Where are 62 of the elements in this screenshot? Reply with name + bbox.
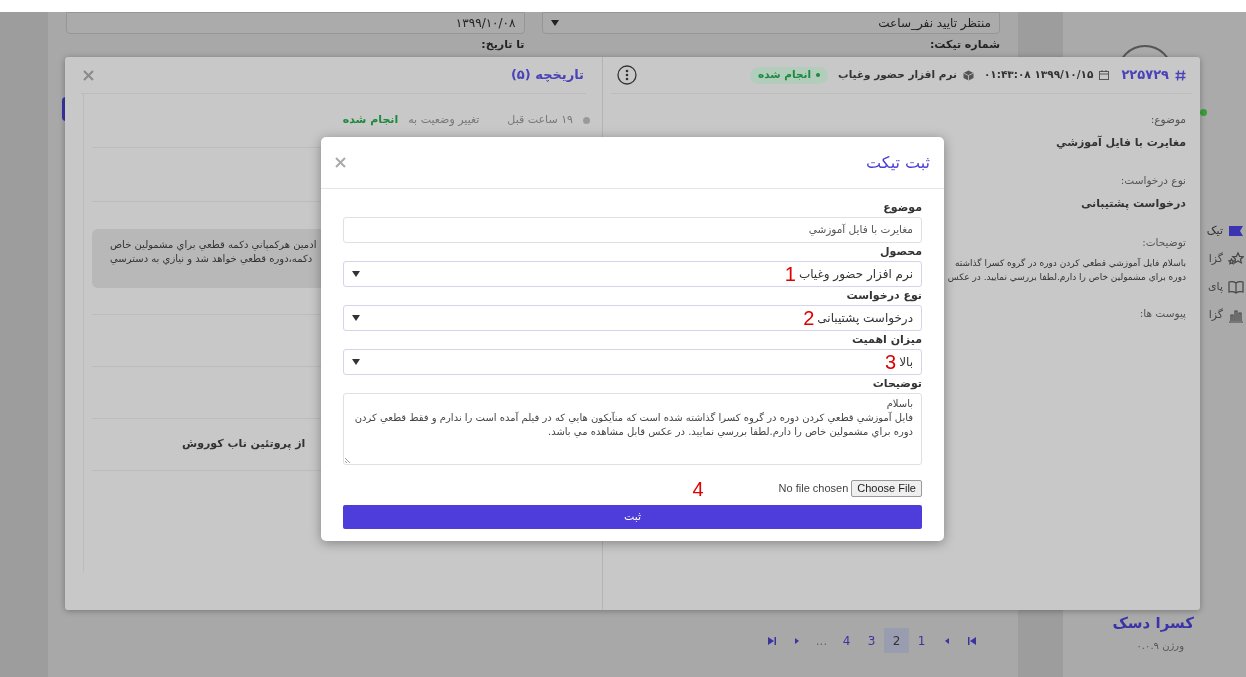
ticket-icon (1228, 223, 1244, 239)
page-button[interactable]: 4 (834, 628, 859, 653)
comment-author: از پروتئين ناب كوروش (182, 436, 306, 453)
annotation-number: 2 (803, 308, 815, 328)
caret-down-icon (550, 20, 559, 26)
detail-label: پیوست ها: (1139, 306, 1186, 322)
page-button[interactable]: 3 (859, 628, 884, 653)
close-icon[interactable] (83, 69, 94, 81)
comment-text: ادمین هرکمپاني دكمه قطعي براي مشمولين خاص دكمه،دوره قطعي خواهد شد و نيازي به دسترسي (110, 237, 317, 266)
sidebar-item[interactable]: پای (1207, 275, 1246, 299)
page-button[interactable]: 2 (884, 628, 909, 653)
choose-file-button[interactable]: Choose File (851, 480, 922, 497)
caret-down-icon (352, 359, 360, 365)
form-label: محصول (879, 243, 922, 260)
caret-down-icon (352, 315, 360, 321)
history-status: انجام شده (342, 112, 399, 129)
ticket-date: ۱۳۹۹/۱۰/۱۵ ۰۱:۴۳:۰۸ (983, 67, 1094, 83)
form-label: میزان اهمیت (851, 331, 922, 348)
description-field[interactable]: باسلام فایل آموزشي قطعي کردن دوره در گروه کسرا گذاشته شده است که منآیکون هايي که در فیلم آمده است را ندارم و فقط قطعي کردن دوره براي مشمولين خاص را دارم.لطفا بررسي نماييد. در عكس قابل مشاهده مي باشد. (343, 393, 922, 465)
annotation-number: 3 (885, 352, 897, 372)
submit-button[interactable]: ثبت (343, 505, 922, 529)
form-label: توضیحات (872, 375, 922, 392)
more-icon[interactable] (617, 65, 637, 85)
annotation-number: 1 (784, 264, 796, 284)
subject-field[interactable]: مغایرت با فایل آموزشي (343, 217, 922, 243)
stars-icon (1228, 251, 1244, 267)
resize-handle-icon[interactable] (345, 456, 352, 463)
ticket-number: ۲۲۵۷۲۹ (1121, 66, 1169, 85)
sidebar-item[interactable]: تیک (1206, 219, 1246, 243)
status-badge: انجام شده (750, 66, 829, 84)
field-label: تا تاریخ: (481, 37, 525, 53)
history-time: ۱۹ ساعت قبل (507, 112, 573, 129)
sidebar-item[interactable]: گزا (1208, 247, 1246, 271)
description-text: باسلام فایل آموزشي قطعي کردن دوره در گروه کسرا گذاشته دوره براي مشمولين خاص را دارم.لطفا بررسي نماييد. در عكس (947, 257, 1186, 285)
book-icon (1228, 279, 1244, 295)
bar-chart-icon (1228, 307, 1244, 323)
dialog-title: ثبت تیکت (866, 151, 930, 174)
detail-value: مغایرت با فایل آموزشي (1056, 134, 1186, 151)
annotation-number: 4 (692, 478, 704, 499)
status-select[interactable]: منتظر تایید نفر_ساعت (541, 12, 1000, 34)
detail-label: توضیحات: (1142, 234, 1186, 251)
box-icon (962, 69, 974, 81)
calendar-icon (1099, 70, 1110, 80)
date-field[interactable]: ۱۳۹۹/۱۰/۰۸ (66, 12, 525, 34)
sidebar-item[interactable]: گزا (1208, 303, 1246, 327)
file-status: No file chosen (778, 481, 849, 497)
pagination-ellipsis: ... (814, 632, 829, 650)
field-label: شماره تیکت: (929, 37, 1000, 53)
form-label: موضوع (883, 199, 922, 216)
form-label: نوع درخواست (846, 287, 922, 304)
detail-value: درخواست پشتیبانی (1080, 196, 1186, 212)
brand-name: کسرا دسک (1112, 612, 1194, 634)
close-icon[interactable] (335, 157, 346, 168)
detail-label: موضوع: (1150, 112, 1186, 128)
history-title: تاریخچه (۵) (510, 66, 584, 85)
page-button[interactable]: 1 (909, 628, 934, 653)
version-text: ورژن ۰.۰.۹ (1136, 639, 1185, 653)
hash-icon (1175, 69, 1186, 81)
history-action: تغییر وضعیت به (408, 112, 480, 129)
caret-down-icon (352, 271, 360, 277)
ticket-product: نرم افزار حضور وغیاب (838, 67, 957, 83)
detail-label: نوع درخواست: (1120, 173, 1186, 189)
